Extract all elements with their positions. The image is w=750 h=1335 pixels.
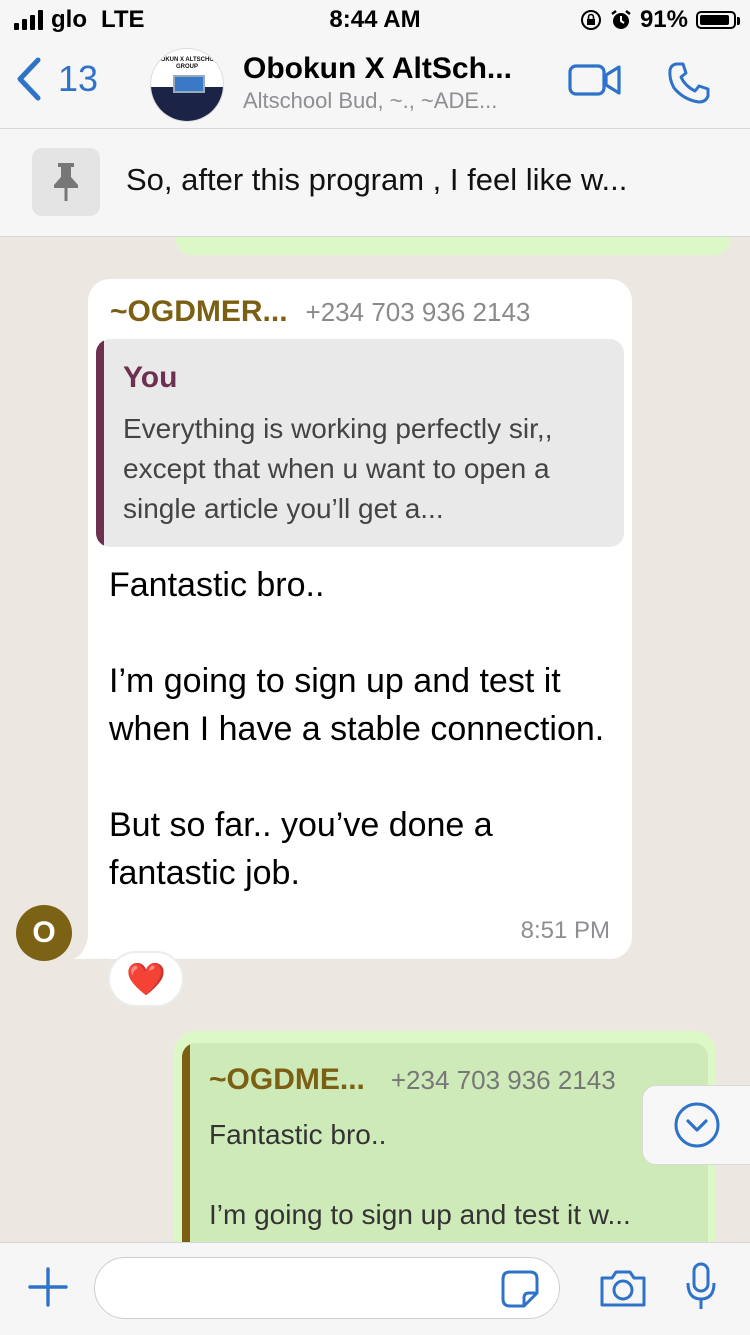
outgoing-message-bubble[interactable]: ~OGDME... +234 703 936 2143 Fantastic br… xyxy=(174,1031,716,1242)
status-left: glo LTE xyxy=(14,6,145,34)
pin-icon xyxy=(32,148,100,216)
chat-members: Altschool Bud, ~., ~ADE... xyxy=(243,88,498,113)
message-input[interactable] xyxy=(94,1257,560,1319)
quoted-reply[interactable]: You Everything is working perfectly sir,… xyxy=(96,339,624,547)
video-call-icon[interactable] xyxy=(568,60,622,100)
battery-icon xyxy=(696,11,740,29)
orientation-lock-icon xyxy=(580,10,601,30)
outgoing-quote-text: Fantastic bro.. I’m going to sign up and… xyxy=(209,1119,631,1230)
laptop-icon xyxy=(173,75,205,93)
quote-author: You xyxy=(123,361,178,394)
chat-area[interactable]: ~OGDMER... +234 703 936 2143 You Everyth… xyxy=(0,237,750,1242)
pinned-message-text: So, after this program , I feel like w..… xyxy=(126,162,628,197)
signal-icon xyxy=(14,10,43,30)
sender-avatar[interactable]: O xyxy=(16,905,72,961)
sender-name[interactable]: ~OGDMER... xyxy=(110,295,288,329)
quote-sender-phone: +234 703 936 2143 xyxy=(390,1065,616,1095)
message-time: 8:51 PM xyxy=(520,917,610,944)
reaction-badge[interactable]: ❤️ xyxy=(108,951,184,1007)
camera-icon[interactable] xyxy=(598,1267,648,1309)
sender-line: ~OGDMER... +234 703 936 2143 xyxy=(110,295,530,329)
chat-header: 13 OBOKUN X ALTSCHOOL GROUP Obokun X Alt… xyxy=(0,40,750,129)
chat-title: Obokun X AltSch... xyxy=(243,52,512,85)
unread-count: 13 xyxy=(58,58,99,99)
quote-sender-name: ~OGDME... xyxy=(209,1063,365,1096)
microphone-icon[interactable] xyxy=(684,1261,718,1313)
outgoing-quoted-reply[interactable]: ~OGDME... +234 703 936 2143 Fantastic br… xyxy=(182,1043,708,1242)
battery-percent: 91% xyxy=(639,6,688,33)
chevron-left-icon xyxy=(17,57,41,101)
chevron-down-icon xyxy=(674,1102,720,1148)
back-button[interactable]: 13 xyxy=(14,56,98,102)
sender-phone: +234 703 936 2143 xyxy=(305,297,531,327)
message-text: Fantastic bro.. I’m going to sign up and… xyxy=(109,566,605,892)
status-bar: glo LTE 8:44 AM 91% xyxy=(0,0,750,40)
previous-outgoing-bubble[interactable] xyxy=(176,237,730,255)
scroll-to-bottom-button[interactable] xyxy=(642,1085,750,1165)
network-label: LTE xyxy=(101,6,145,33)
quote-text: Everything is working perfectly sir,, ex… xyxy=(123,413,553,524)
carrier-label: glo xyxy=(51,6,87,33)
pinned-message-banner[interactable]: So, after this program , I feel like w..… xyxy=(0,129,750,237)
status-right: 91% xyxy=(580,6,740,34)
heart-reaction: ❤️ xyxy=(126,961,166,997)
alarm-icon xyxy=(611,10,631,29)
group-avatar[interactable]: OBOKUN X ALTSCHOOL GROUP xyxy=(150,48,224,122)
composer-bar xyxy=(0,1242,750,1335)
incoming-message-bubble[interactable]: ~OGDMER... +234 703 936 2143 You Everyth… xyxy=(88,279,632,959)
chat-title-area[interactable]: Obokun X AltSch... Altschool Bud, ~., ~A… xyxy=(243,52,553,114)
sticker-icon[interactable] xyxy=(500,1269,540,1309)
phone-call-icon[interactable] xyxy=(666,60,712,106)
group-avatar-text: OBOKUN X ALTSCHOOL GROUP xyxy=(151,57,223,70)
plus-icon[interactable] xyxy=(26,1265,70,1309)
